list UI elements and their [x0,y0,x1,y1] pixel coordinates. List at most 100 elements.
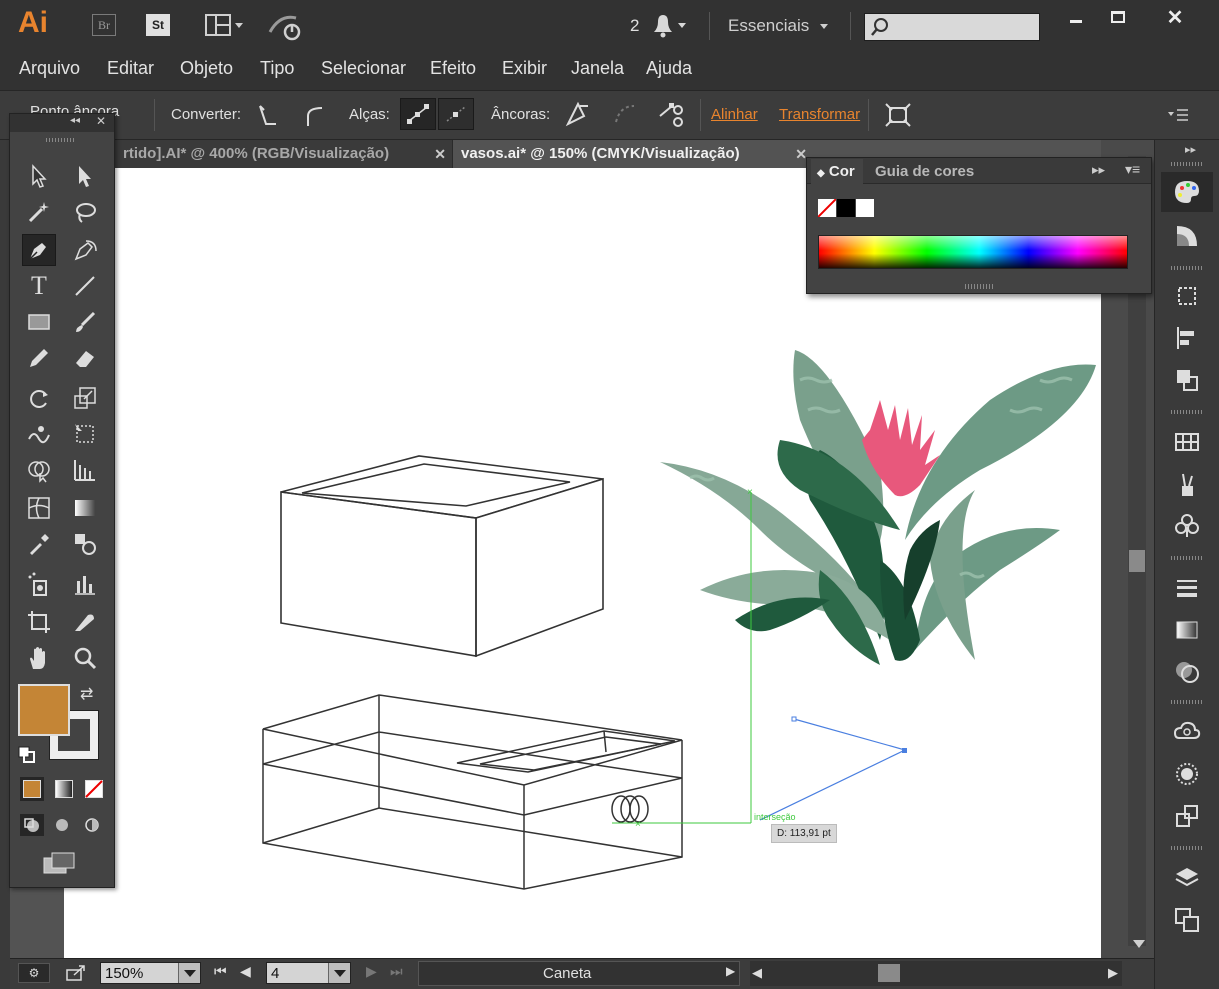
perspective-grid-tool[interactable] [68,454,102,486]
horizontal-scrollbar[interactable]: ◀ ▶ [750,961,1122,986]
rectangle-tool[interactable] [22,306,56,338]
black-swatch[interactable] [837,199,855,217]
export-icon[interactable] [1161,796,1213,836]
workspace-switcher[interactable]: Essenciais [728,16,840,38]
panel-grip[interactable] [965,284,995,289]
scroll-thumb[interactable] [1129,550,1145,572]
transform-link[interactable]: Transformar [779,106,860,123]
prev-artboard-icon[interactable]: ◀ [240,963,251,980]
close-button[interactable]: ✕ [1139,2,1211,32]
lasso-tool[interactable] [68,196,102,228]
maximize-button[interactable] [1097,2,1139,32]
scroll-down-icon[interactable] [1133,940,1145,948]
curvature-tool[interactable] [68,234,102,266]
artboard-tool[interactable] [22,606,56,638]
collapse-icon[interactable]: ▸▸ [1092,162,1105,178]
brushes-icon[interactable] [1161,464,1213,504]
menu-selecionar[interactable]: Selecionar [321,58,406,79]
artboards-panel-icon[interactable] [1161,900,1213,940]
tab-color-guide[interactable]: Guia de cores [875,163,974,180]
menu-efeito[interactable]: Efeito [430,58,476,79]
spectrum-bar[interactable] [818,235,1128,269]
pencil-tool[interactable] [22,342,56,374]
gradient-tool[interactable] [68,492,102,524]
status-menu-icon[interactable]: ▶ [726,964,735,978]
artboard-dropdown[interactable] [328,963,350,983]
tab-color[interactable]: ◆ Cor [811,159,863,184]
stock-button[interactable]: St [146,14,170,36]
slice-tool[interactable] [68,606,102,638]
h-scroll-thumb[interactable] [878,964,900,982]
menu-arquivo[interactable]: Arquivo [19,58,80,79]
pen-tool[interactable] [22,234,56,266]
line-tool[interactable] [68,270,102,302]
remove-anchor-icon[interactable] [562,98,594,130]
artboard-field[interactable]: 4 [266,962,351,984]
isolate-selection-icon[interactable] [882,99,914,131]
close-icon[interactable]: ✕ [96,114,106,128]
tab-document-2[interactable]: vasos.ai* @ 150% (CMYK/Visualização) ✕ [452,140,813,168]
draw-normal-button[interactable] [20,814,44,836]
menu-janela[interactable]: Janela [571,58,624,79]
appearance-icon[interactable] [1161,754,1213,794]
symbols-icon[interactable] [1161,506,1213,546]
first-artboard-icon[interactable]: ⏮ [214,963,227,980]
show-handles-icon[interactable] [400,98,436,130]
convert-smooth-icon[interactable] [300,100,330,130]
bridge-button[interactable]: Br [92,14,116,36]
warp-tool[interactable] [22,418,56,450]
menu-objeto[interactable]: Objeto [180,58,233,79]
draw-behind-button[interactable] [50,814,74,836]
blend-tool[interactable] [68,528,102,560]
panel-menu-icon[interactable] [1166,106,1192,124]
menu-exibir[interactable]: Exibir [502,58,547,79]
stroke-icon[interactable] [1161,568,1213,608]
layers-icon[interactable] [1161,858,1213,898]
none-swatch[interactable] [818,199,836,217]
hide-handles-icon[interactable] [438,98,474,130]
scroll-left-icon[interactable]: ◀ [752,965,762,981]
gradient-icon[interactable] [1161,610,1213,650]
status-tool-area[interactable]: Caneta [418,961,740,986]
collapse-icon[interactable]: ◂◂ [70,115,80,126]
close-icon[interactable]: ✕ [434,140,446,168]
gradient-mode-button[interactable] [52,777,76,801]
type-tool[interactable]: T [22,270,56,302]
free-transform-tool[interactable] [68,418,102,450]
menu-tipo[interactable]: Tipo [260,58,294,79]
align-icon[interactable] [1161,318,1213,358]
transparency-icon[interactable] [1161,652,1213,692]
column-graph-tool[interactable] [68,568,102,600]
minimize-button[interactable] [1055,2,1097,32]
collapse-dock-icon[interactable]: ▸▸ [1185,143,1196,156]
color-guide-icon[interactable] [1161,216,1213,256]
color-palette-icon[interactable] [1161,172,1213,212]
zoom-tool[interactable] [68,642,102,674]
pathfinder-icon[interactable] [1161,360,1213,400]
eyedropper-tool[interactable] [22,528,56,560]
menu-editar[interactable]: Editar [107,58,154,79]
symbol-sprayer-tool[interactable] [22,568,56,600]
shape-builder-tool[interactable] [22,454,56,486]
eraser-tool[interactable] [68,342,102,374]
draw-inside-button[interactable] [80,814,104,836]
search-field[interactable] [864,13,1040,41]
hand-tool[interactable] [22,642,56,674]
rotate-tool[interactable] [22,382,56,414]
magic-wand-tool[interactable] [22,196,56,228]
artboards-icon[interactable] [1161,276,1213,316]
direct-selection-tool[interactable] [68,160,102,192]
artboard-nav-icon[interactable]: ⚙ [18,963,50,983]
white-swatch[interactable] [856,199,874,217]
swatches-icon[interactable] [1161,422,1213,462]
gpu-performance-icon[interactable] [266,10,306,42]
swap-fill-stroke-icon[interactable]: ⇄ [80,684,100,703]
mesh-tool[interactable] [22,492,56,524]
zoom-dropdown[interactable] [178,963,200,983]
paintbrush-tool[interactable] [68,306,102,338]
none-mode-button[interactable] [82,777,106,801]
cut-path-icon[interactable] [656,98,688,130]
color-mode-button[interactable] [20,777,44,801]
cc-libraries-icon[interactable] [1161,712,1213,752]
share-icon[interactable] [64,963,88,983]
